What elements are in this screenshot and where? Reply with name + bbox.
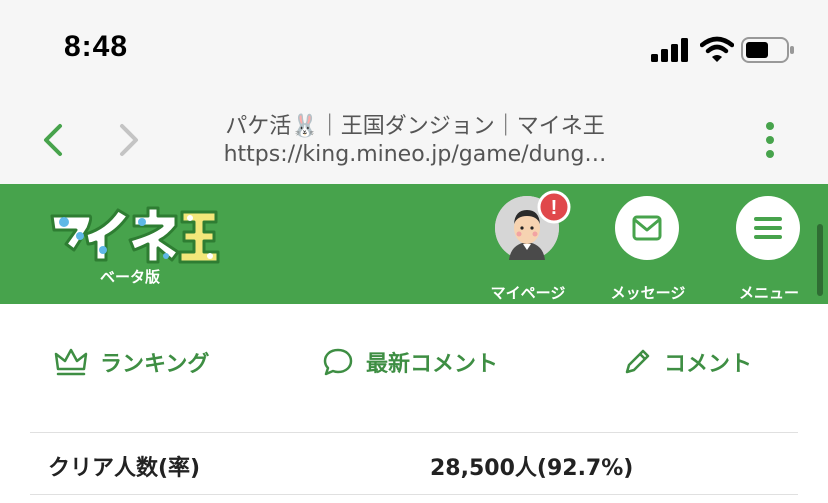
tab-ranking[interactable]: ランキング xyxy=(54,342,209,382)
page-title: パケ活🐰｜王国ダンジョン｜マイネ王 xyxy=(225,114,605,139)
mail-icon xyxy=(632,215,662,241)
pencil-icon xyxy=(625,349,650,374)
site-header: ベータ版 ! マイページ メッセージ メニュー xyxy=(0,184,828,304)
messages-button[interactable]: メッセージ xyxy=(603,196,693,302)
table-divider-bottom xyxy=(30,494,798,495)
status-time: 8:48 xyxy=(64,30,129,63)
tab-ranking-label: ランキング xyxy=(100,352,210,377)
clear-count-value: 28,500人(92.7%) xyxy=(430,456,634,481)
more-vertical-icon[interactable] xyxy=(760,120,780,160)
svg-text:!: ! xyxy=(551,197,558,219)
messages-circle xyxy=(615,196,679,260)
menu-button[interactable]: メニュー xyxy=(724,196,814,302)
url-bar[interactable]: https://king.mineo.jp/game/dung… xyxy=(180,142,650,167)
speech-bubble-icon xyxy=(323,348,353,376)
hamburger-menu-icon xyxy=(754,217,782,239)
tab-comment-label: コメント xyxy=(664,352,753,377)
menu-circle xyxy=(736,196,800,260)
logo-beta-label: ベータ版 xyxy=(100,268,161,286)
tab-latest-comments-label: 最新コメント xyxy=(366,352,499,377)
menu-label: メニュー xyxy=(738,284,799,302)
browser-bar: パケ活🐰｜王国ダンジョン｜マイネ王 https://king.mineo.jp/… xyxy=(0,92,828,184)
mypage-label: マイページ xyxy=(490,284,566,302)
page-scrollbar[interactable] xyxy=(817,224,823,296)
mypage-button[interactable]: ! マイページ xyxy=(483,190,573,302)
tab-latest-comments[interactable]: 最新コメント xyxy=(322,342,498,382)
table-divider-top xyxy=(30,432,798,433)
status-bar: 8:48 xyxy=(0,0,828,92)
battery-icon xyxy=(741,37,794,63)
signal-icon xyxy=(651,38,688,62)
messages-label: メッセージ xyxy=(610,284,686,302)
wifi-icon xyxy=(700,36,734,62)
tab-comment[interactable]: コメント xyxy=(622,342,752,382)
clear-count-label: クリア人数(率) xyxy=(48,456,201,481)
back-icon[interactable] xyxy=(38,122,66,158)
notification-badge-icon: ! xyxy=(537,190,571,224)
crown-icon xyxy=(54,348,88,376)
mineo-logo[interactable] xyxy=(48,206,220,264)
forward-icon[interactable] xyxy=(116,122,144,158)
